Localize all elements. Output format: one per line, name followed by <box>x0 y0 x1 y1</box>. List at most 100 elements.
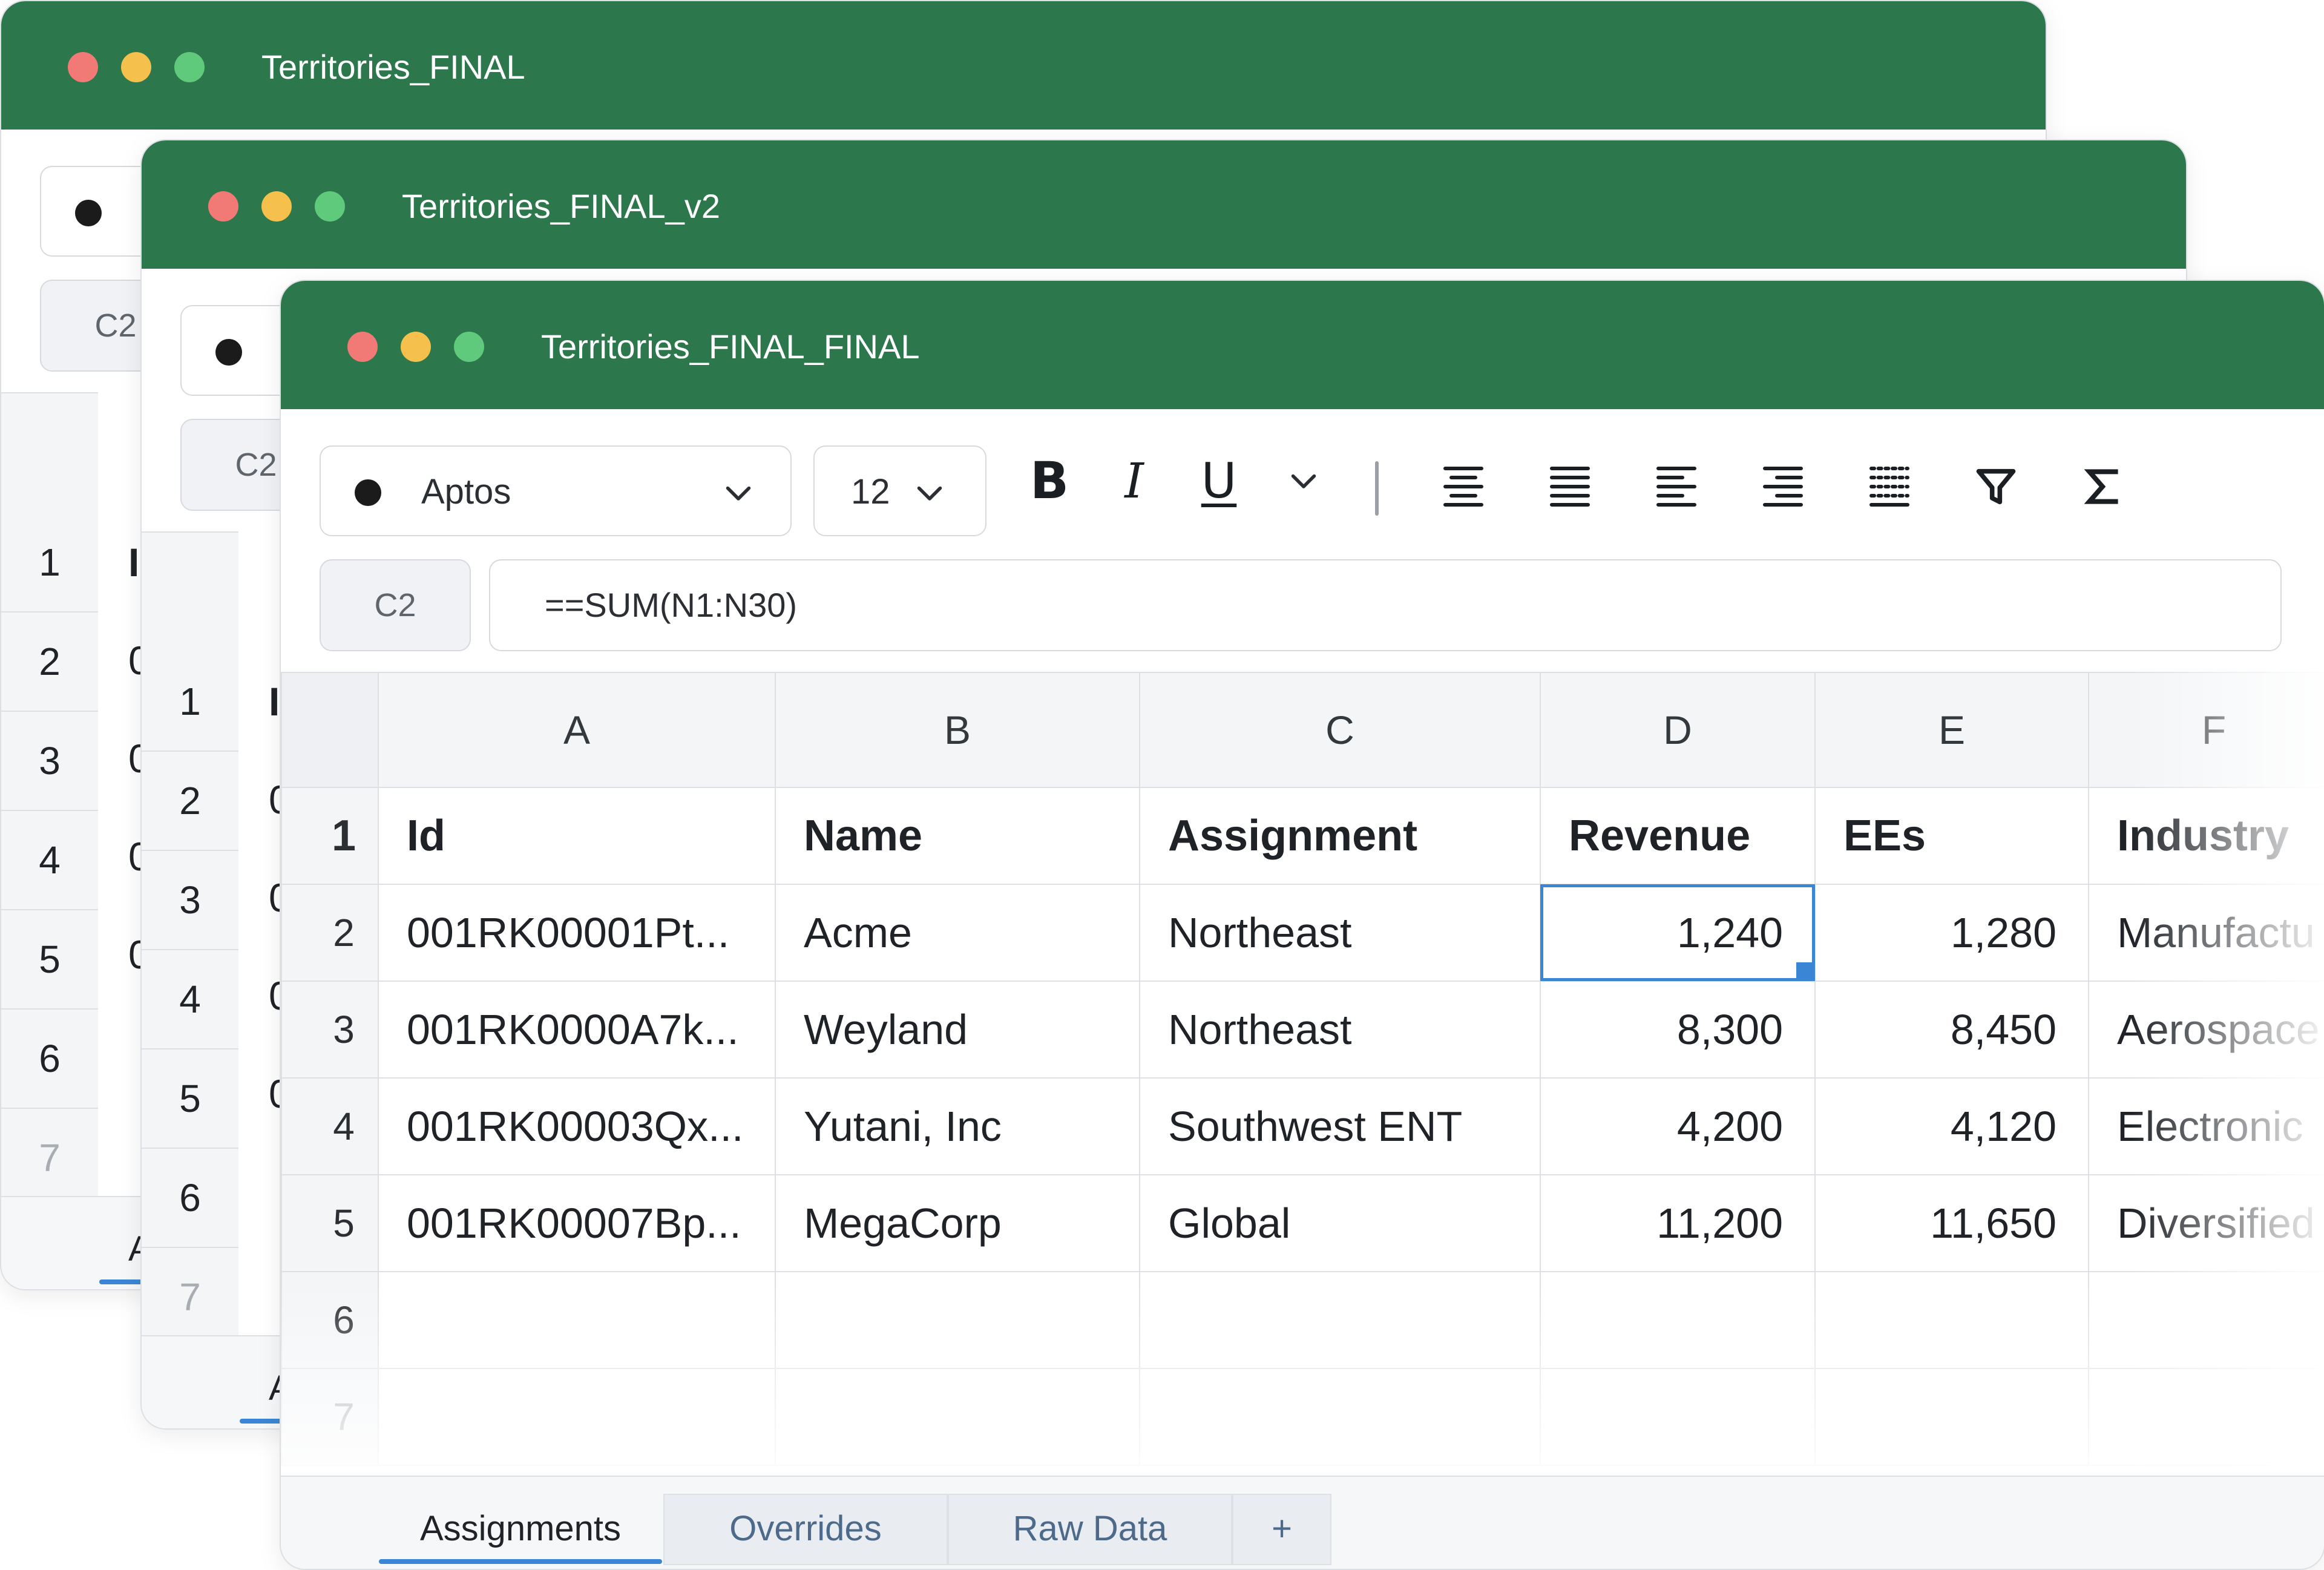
maximize-button[interactable] <box>174 52 205 82</box>
cell[interactable]: Id <box>378 787 776 885</box>
cell[interactable] <box>2088 1368 2324 1466</box>
formula-input[interactable]: ==SUM(N1:N30) <box>489 559 2282 651</box>
close-button[interactable] <box>208 191 238 222</box>
cell[interactable] <box>1814 1271 2089 1369</box>
cell[interactable]: Manufactu <box>2088 884 2324 982</box>
cell[interactable] <box>378 1368 776 1466</box>
cell[interactable]: Northeast <box>1139 884 1541 982</box>
selected-cell[interactable]: 1,240 <box>1540 884 1816 982</box>
row-header: 7 <box>1 1109 98 1207</box>
font-family-select[interactable]: Aptos <box>320 445 792 536</box>
row-header[interactable]: 5 <box>281 1174 379 1272</box>
cell[interactable]: 001RK0000A7k... <box>378 980 776 1079</box>
cell[interactable] <box>1540 1368 1816 1466</box>
maximize-button[interactable] <box>454 332 484 362</box>
cell[interactable]: 8,300 <box>1540 980 1816 1079</box>
cell[interactable]: 001RK00003Qx... <box>378 1077 776 1175</box>
row-header: 5 <box>142 1049 238 1149</box>
underline-button[interactable]: U <box>1189 444 1249 517</box>
column-header-d[interactable]: D <box>1540 672 1816 788</box>
window-title: Territories_FINAL_FINAL <box>541 327 920 366</box>
cell[interactable]: Northeast <box>1139 980 1541 1079</box>
column-header-f[interactable]: F <box>2088 672 2324 788</box>
cell[interactable]: Weyland <box>775 980 1140 1079</box>
cell[interactable]: Aerospace <box>2088 980 2324 1079</box>
cell[interactable]: EEs <box>1814 787 2089 885</box>
tab-raw-data[interactable]: Raw Data <box>948 1494 1232 1565</box>
row-header[interactable]: 2 <box>281 884 379 982</box>
minimize-button[interactable] <box>401 332 431 362</box>
cell-ref-box[interactable]: C2 <box>320 559 471 651</box>
cell[interactable] <box>1139 1368 1541 1466</box>
title-bar[interactable]: Territories_FINAL <box>1 1 2046 130</box>
filter-button[interactable] <box>1966 456 2026 517</box>
align-right-icon <box>1763 467 1803 507</box>
italic-button[interactable]: I <box>1104 444 1164 517</box>
column-header-b[interactable]: B <box>775 672 1140 788</box>
select-all-corner[interactable] <box>281 672 379 788</box>
cell[interactable]: 1,280 <box>1814 884 2089 982</box>
row-header: 2 <box>1 613 98 712</box>
row-header[interactable]: 1 <box>281 787 379 885</box>
tab-overrides[interactable]: Overrides <box>663 1494 948 1565</box>
font-size-select[interactable]: 12 <box>813 445 986 536</box>
cell[interactable] <box>1540 1271 1816 1369</box>
column-header-c[interactable]: C <box>1139 672 1541 788</box>
close-button[interactable] <box>347 332 378 362</box>
maximize-button[interactable] <box>315 191 345 222</box>
cell[interactable]: 11,650 <box>1814 1174 2089 1272</box>
row-header[interactable]: 6 <box>281 1271 379 1369</box>
cell[interactable]: MegaCorp <box>775 1174 1140 1272</box>
justify-button[interactable] <box>1540 456 1600 517</box>
title-bar[interactable]: Territories_FINAL_FINAL <box>281 281 2324 409</box>
align-center-button[interactable] <box>1433 456 1494 517</box>
add-sheet-button[interactable]: + <box>1232 1494 1331 1565</box>
cell[interactable] <box>2088 1271 2324 1369</box>
cell[interactable] <box>1139 1271 1541 1369</box>
window-territories-final-final[interactable]: Territories_FINAL_FINAL Aptos 12 B I U C… <box>280 280 2324 1570</box>
cell[interactable]: 8,450 <box>1814 980 2089 1079</box>
cell[interactable] <box>378 1271 776 1369</box>
cell[interactable]: 11,200 <box>1540 1174 1816 1272</box>
cell[interactable]: Acme <box>775 884 1140 982</box>
cell[interactable]: Diversified <box>2088 1174 2324 1272</box>
more-format-button[interactable] <box>1273 444 1334 517</box>
cell[interactable]: 001RK00007Bp... <box>378 1174 776 1272</box>
align-left-button[interactable] <box>1646 456 1707 517</box>
cell[interactable] <box>1814 1368 2089 1466</box>
cell[interactable]: Name <box>775 787 1140 885</box>
bold-button[interactable]: B <box>1019 444 1080 517</box>
column-header-e[interactable]: E <box>1814 672 2089 788</box>
cell[interactable]: Assignment <box>1139 787 1541 885</box>
title-bar[interactable]: Territories_FINAL_v2 <box>142 140 2186 269</box>
table-row: 2 001RK00001Pt... Acme Northeast 1,240 1… <box>281 884 2324 982</box>
cell[interactable]: Electronic <box>2088 1077 2324 1175</box>
autosum-button[interactable] <box>2072 456 2133 517</box>
fill-handle[interactable] <box>1796 962 1814 980</box>
cell[interactable]: 4,200 <box>1540 1077 1816 1175</box>
cell[interactable]: Southwest ENT <box>1139 1077 1541 1175</box>
row-header[interactable]: 7 <box>281 1368 379 1466</box>
row-header: 4 <box>142 950 238 1049</box>
cell[interactable]: 4,120 <box>1814 1077 2089 1175</box>
close-button[interactable] <box>68 52 98 82</box>
sheet-table: A B C D E F 1 Id Name Assignment Revenue… <box>281 672 2324 1466</box>
cell[interactable] <box>775 1368 1140 1466</box>
cell[interactable]: 001RK00001Pt... <box>378 884 776 982</box>
cell[interactable]: Industry <box>2088 787 2324 885</box>
column-header-a[interactable]: A <box>378 672 776 788</box>
align-right-button[interactable] <box>1753 456 1813 517</box>
tab-assignments[interactable]: Assignments <box>378 1494 663 1565</box>
window-title: Territories_FINAL_v2 <box>402 187 720 225</box>
sigma-icon <box>2084 469 2118 504</box>
borders-button[interactable] <box>1859 456 1920 517</box>
cell[interactable] <box>775 1271 1140 1369</box>
cell[interactable]: Revenue <box>1540 787 1816 885</box>
font-color-dot-icon <box>215 339 242 366</box>
minimize-button[interactable] <box>261 191 292 222</box>
cell[interactable]: Yutani, Inc <box>775 1077 1140 1175</box>
row-header[interactable]: 4 <box>281 1077 379 1175</box>
row-header[interactable]: 3 <box>281 980 379 1079</box>
minimize-button[interactable] <box>121 52 151 82</box>
cell[interactable]: Global <box>1139 1174 1541 1272</box>
